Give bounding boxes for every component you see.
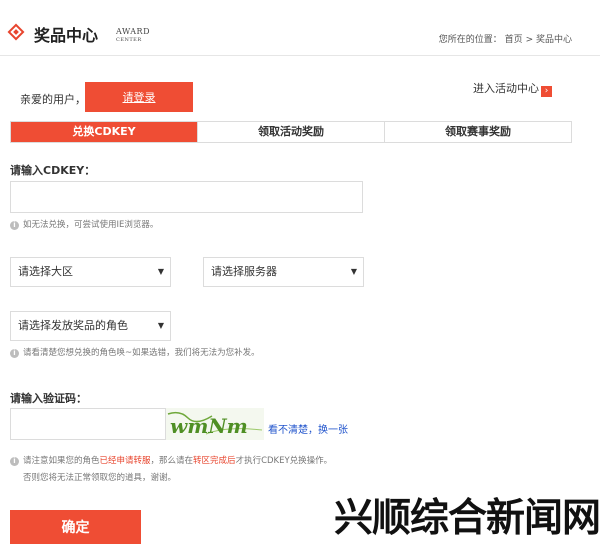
greeting-text: 亲爱的用户， <box>20 93 86 106</box>
notice-part-2: ，那么请在 <box>150 456 194 466</box>
confirm-button[interactable]: 确定 <box>10 510 141 544</box>
captcha-input[interactable] <box>10 408 166 440</box>
tab-event-rewards[interactable]: 领取赛事奖励 <box>384 122 571 142</box>
region-select[interactable]: 请选择大区 ▼ <box>10 257 171 287</box>
tab-redeem-cdkey[interactable]: 兑换CDKEY <box>11 122 197 142</box>
enter-activity-center-link[interactable]: 进入活动中心 › <box>473 80 552 97</box>
breadcrumb-separator: > <box>525 35 534 45</box>
page-title-en-line2: CENTER <box>116 37 142 43</box>
cdkey-input[interactable] <box>10 181 363 213</box>
role-hint-text: 请看清楚您想兑换的角色唤~如果选错，我们将无法为您补发。 <box>23 348 260 358</box>
tab-activity-rewards[interactable]: 领取活动奖励 <box>197 122 384 142</box>
cdkey-label: 请输入CDKEY： <box>10 164 96 177</box>
captcha-text: wmNm <box>170 414 248 438</box>
notice-red-2: 转区完成后 <box>193 456 236 466</box>
cdkey-hint: i 如无法兑换，可尝试使用IE浏览器。 <box>10 218 158 233</box>
caret-down-icon: ▼ <box>350 267 357 276</box>
site-watermark: 兴顺综合新闻网 <box>334 496 600 541</box>
breadcrumb-home[interactable]: 首页 <box>505 35 523 45</box>
notice-red-1: 已经申请转服 <box>99 456 151 466</box>
info-icon: i <box>10 349 19 358</box>
page-title-en-line1: AWARD <box>116 27 150 36</box>
breadcrumb-current: 奖品中心 <box>535 35 572 45</box>
tab-bar: 兑换CDKEY 领取活动奖励 领取赛事奖励 <box>10 121 572 143</box>
role-select-value: 请选择发放奖品的角色 <box>18 319 128 332</box>
server-select-value: 请选择服务器 <box>211 265 277 278</box>
role-select[interactable]: 请选择发放奖品的角色 ▼ <box>10 311 171 341</box>
caret-down-icon: ▼ <box>157 267 164 276</box>
server-select[interactable]: 请选择服务器 ▼ <box>203 257 364 287</box>
info-icon: i <box>10 457 19 466</box>
info-icon: i <box>10 221 19 230</box>
captcha-label: 请输入验证码： <box>10 392 87 405</box>
notice-part-3: 才执行CDKEY兑换操作。 <box>235 456 333 466</box>
diamond-logo-icon <box>7 23 25 41</box>
enter-activity-center-label: 进入活动中心 <box>473 82 539 95</box>
transfer-notice: i 请注意如果您的角色已经申请转服，那么请在转区完成后才执行CDKEY兑换操作。 <box>10 454 332 469</box>
notice-part-1: 请注意如果您的角色 <box>23 456 100 466</box>
captcha-image[interactable]: wmNm <box>166 408 264 440</box>
captcha-graphic: wmNm <box>167 411 263 438</box>
breadcrumb-prefix: 您所在的位置： <box>438 35 502 45</box>
breadcrumb: 您所在的位置： 首页 > 奖品中心 <box>439 32 572 45</box>
region-select-value: 请选择大区 <box>18 265 73 278</box>
captcha-refresh-link[interactable]: 看不清楚，换一张 <box>268 421 348 436</box>
cdkey-hint-text: 如无法兑换，可尝试使用IE浏览器。 <box>23 220 159 230</box>
page-title-en: AWARD CENTER <box>116 28 150 44</box>
transfer-notice-line2: 否则您将无法正常领取您的道具，谢谢。 <box>23 473 177 483</box>
page-title: 奖品中心 <box>34 26 99 45</box>
page-header: 奖品中心 AWARD CENTER 您所在的位置： 首页 > 奖品中心 <box>0 0 600 56</box>
role-hint: i 请看清楚您想兑换的角色唤~如果选错，我们将无法为您补发。 <box>10 346 260 361</box>
login-button[interactable]: 请登录 <box>85 82 193 112</box>
chevron-right-icon: › <box>541 86 552 97</box>
caret-down-icon: ▼ <box>157 321 164 330</box>
